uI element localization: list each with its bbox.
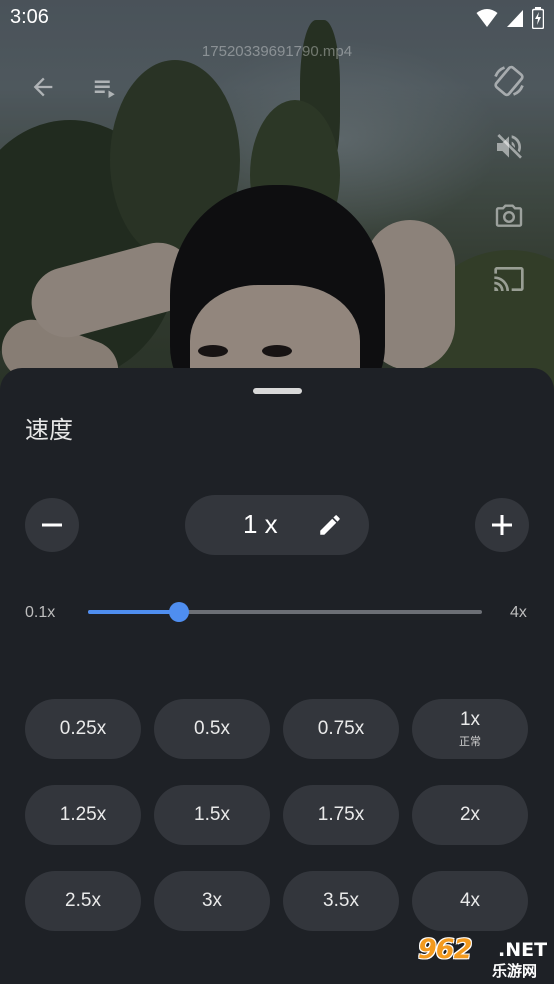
speed-preset-2.5x[interactable]: 2.5x	[25, 871, 141, 931]
screenshot-button[interactable]	[490, 196, 528, 234]
current-speed-pill[interactable]: 1 x	[185, 495, 369, 555]
speed-preset-2x[interactable]: 2x	[412, 785, 528, 845]
slider-min-label: 0.1x	[25, 604, 56, 621]
watermark-logo-net: .NET	[498, 939, 548, 961]
wifi-icon	[476, 9, 498, 27]
video-filename: 17520339691790.mp4	[201, 43, 353, 60]
rotate-screen-button[interactable]	[490, 62, 528, 100]
speed-preset-label: 3x	[201, 890, 223, 911]
mute-button[interactable]	[490, 128, 528, 166]
cast-icon	[494, 267, 524, 291]
video-dim-overlay	[0, 0, 554, 400]
speed-presets-grid: 0.25x 0.5x 0.75x 1x 正常 1.25x 1.5x 1.75x 2…	[25, 699, 529, 931]
speed-preset-label: 2x	[459, 804, 481, 825]
speed-preset-1.25x[interactable]: 1.25x	[25, 785, 141, 845]
speed-preset-sublabel: 正常	[459, 735, 481, 748]
camera-icon	[495, 204, 523, 227]
speed-preset-label: 3.5x	[323, 890, 359, 911]
arrow-back-icon	[33, 77, 53, 97]
plus-icon	[492, 515, 512, 535]
speed-preset-label: 1x	[459, 709, 481, 730]
speed-preset-label: 0.25x	[59, 718, 107, 739]
battery-icon	[532, 7, 544, 29]
current-speed-value: 1 x	[243, 509, 278, 539]
speed-preset-label: 4x	[459, 890, 481, 911]
speed-bottom-sheet: 速度 1 x 0.1x 4x 0.25x 0.5x 0.75x 1x 正常 1.2…	[0, 368, 554, 984]
watermark-logo-number: 962	[418, 934, 472, 965]
playlist-play-icon	[94, 80, 115, 98]
status-bar: 3:06	[0, 0, 554, 38]
speed-preset-3x[interactable]: 3x	[154, 871, 270, 931]
decrease-speed-button[interactable]	[25, 498, 79, 552]
slider-max-label: 4x	[510, 604, 527, 621]
sheet-drag-handle[interactable]	[253, 388, 302, 394]
speed-preset-0.75x[interactable]: 0.75x	[283, 699, 399, 759]
screen-rotation-icon	[494, 65, 524, 97]
speed-slider-track[interactable]	[88, 602, 482, 622]
back-button[interactable]	[26, 70, 60, 104]
speed-preset-label: 2.5x	[65, 890, 101, 911]
speed-preset-3.5x[interactable]: 3.5x	[283, 871, 399, 931]
video-frame[interactable]	[0, 0, 554, 400]
speed-slider-fill	[88, 610, 179, 614]
speed-preset-label: 1.5x	[194, 804, 230, 825]
sheet-title: 速度	[25, 416, 73, 444]
playlist-button[interactable]	[86, 70, 126, 106]
speed-preset-label: 1.25x	[59, 804, 107, 825]
speed-preset-1x-normal[interactable]: 1x 正常	[412, 699, 528, 759]
speed-preset-label: 1.75x	[317, 804, 365, 825]
minus-icon	[42, 523, 62, 527]
signal-icon	[507, 10, 523, 27]
increase-speed-button[interactable]	[475, 498, 529, 552]
speed-preset-label: 0.5x	[194, 718, 230, 739]
site-watermark: 962 .NET 乐游网	[414, 934, 550, 980]
speed-preset-0.5x[interactable]: 0.5x	[154, 699, 270, 759]
watermark-logo-name: 乐游网	[492, 962, 538, 980]
speed-preset-1.5x[interactable]: 1.5x	[154, 785, 270, 845]
speed-preset-1.75x[interactable]: 1.75x	[283, 785, 399, 845]
speed-preset-0.25x[interactable]: 0.25x	[25, 699, 141, 759]
status-icons	[476, 7, 544, 29]
speed-preset-label: 0.75x	[317, 718, 365, 739]
status-time: 3:06	[10, 6, 49, 28]
edit-pencil-icon[interactable]	[317, 512, 343, 538]
volume-off-icon	[497, 134, 522, 159]
speed-slider-thumb[interactable]	[168, 602, 189, 622]
speed-preset-4x[interactable]: 4x	[412, 871, 528, 931]
cast-button[interactable]	[490, 260, 528, 298]
